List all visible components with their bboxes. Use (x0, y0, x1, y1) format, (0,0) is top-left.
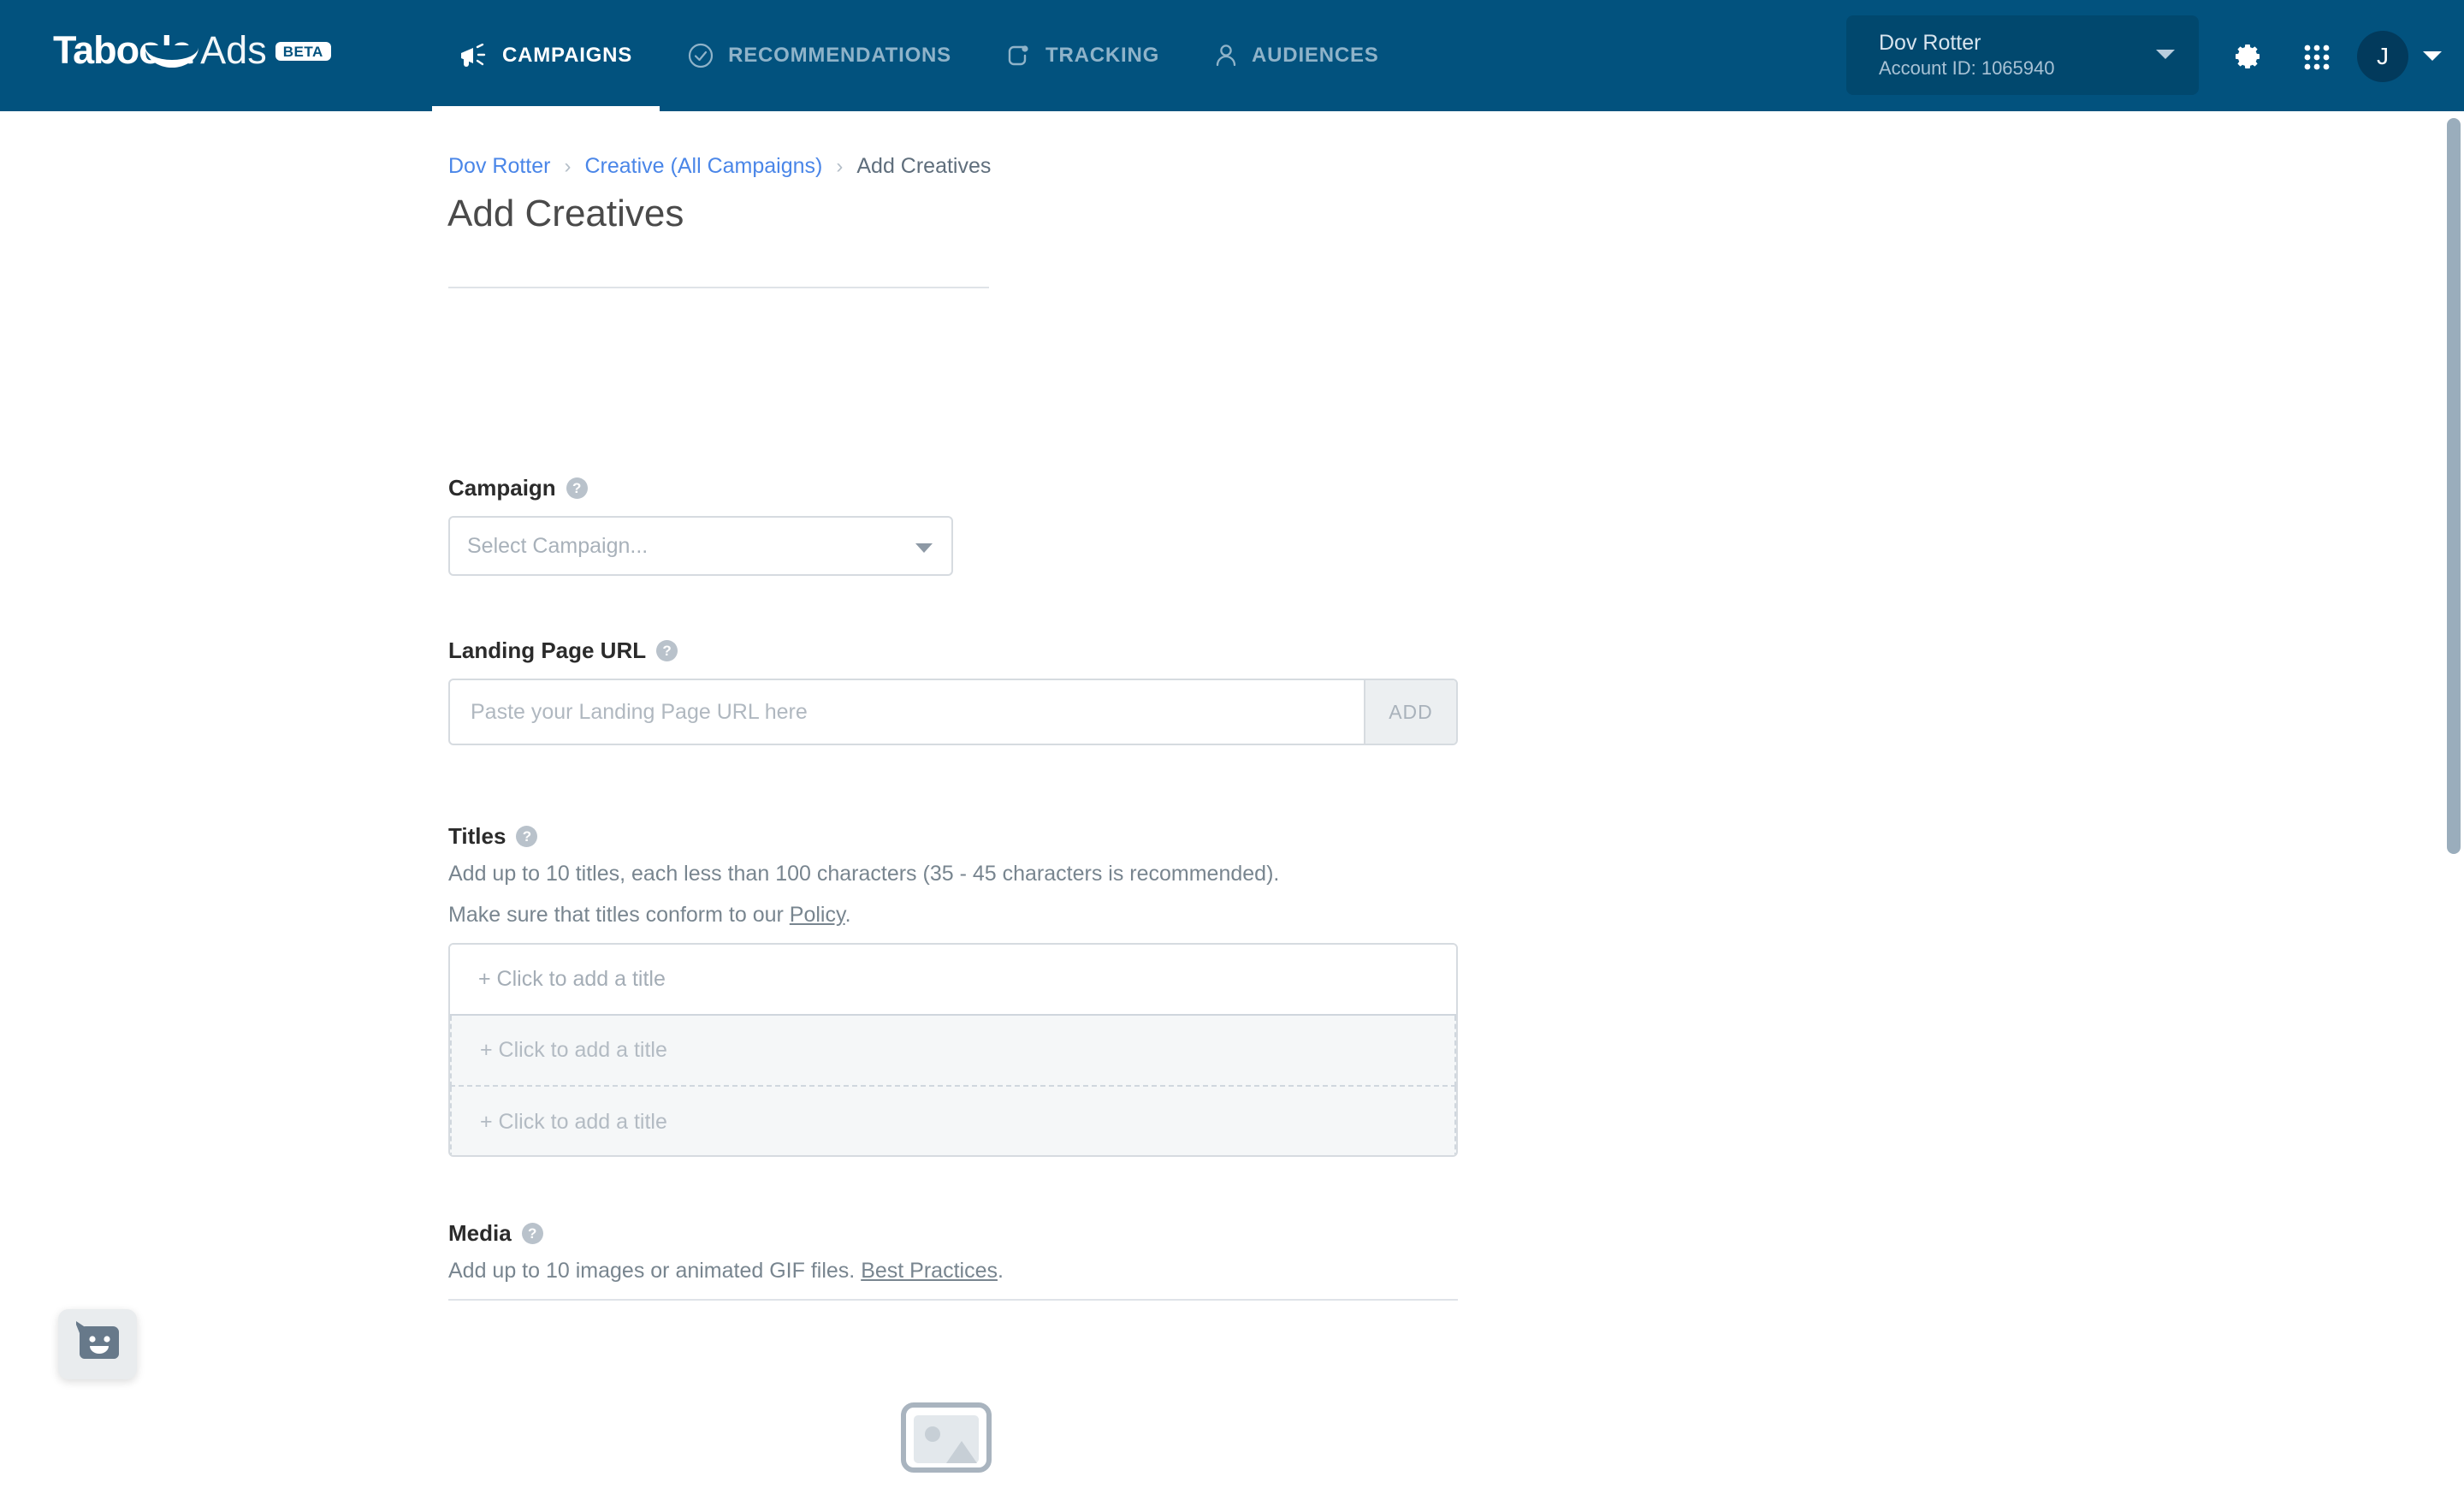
logo-brand-primary: Taboola (53, 31, 198, 69)
logo-brand-secondary: Ads (200, 28, 267, 72)
landing-page-url-label-text: Landing Page URL (448, 637, 647, 663)
page-title: Add Creatives (447, 193, 684, 234)
gear-icon[interactable] (2232, 41, 2263, 76)
section-divider (448, 287, 989, 288)
best-practices-link[interactable]: Best Practices (861, 1259, 998, 1283)
landing-page-url-row: ADD (448, 679, 1458, 745)
avatar-chevron-down-icon[interactable] (2423, 51, 2442, 61)
help-icon[interactable]: ? (656, 640, 678, 661)
breadcrumb-item-account[interactable]: Dov Rotter (448, 154, 550, 179)
tab-recommendations[interactable]: RECOMMENDATIONS (660, 0, 979, 111)
top-navigation-bar: Taboola Ads BETA CAMPAIGNS RECOMMENDATIO… (0, 0, 2464, 111)
tab-audiences[interactable]: AUDIENCES (1187, 0, 1407, 111)
titles-hint-line-2: Make sure that titles conform to our Pol… (448, 903, 851, 928)
tab-recommendations-label: RECOMMENDATIONS (728, 44, 951, 67)
title-row[interactable]: + Click to add a title (450, 945, 1456, 1016)
breadcrumb-separator-icon: › (564, 154, 572, 178)
media-hint-suffix: . (997, 1259, 1004, 1283)
check-circle-icon (687, 42, 714, 69)
tab-campaigns-label: CAMPAIGNS (502, 44, 633, 67)
campaign-label-text: Campaign (448, 475, 556, 501)
title-row[interactable]: + Click to add a title (450, 1016, 1456, 1087)
title-row-placeholder: + Click to add a title (478, 967, 666, 991)
help-icon[interactable]: ? (521, 1223, 543, 1244)
beta-badge: BETA (275, 42, 331, 61)
avatar[interactable]: J (2357, 31, 2408, 82)
title-row-placeholder: + Click to add a title (480, 1110, 667, 1134)
feedback-smiley-icon (71, 1319, 124, 1370)
landing-page-url-label: Landing Page URL ? (448, 637, 678, 664)
taboola-ads-logo[interactable]: Taboola Ads BETA (53, 31, 331, 69)
tab-tracking[interactable]: TRACKING (979, 0, 1187, 111)
tab-campaigns[interactable]: CAMPAIGNS (432, 0, 660, 111)
titles-hint-line-1: Add up to 10 titles, each less than 100 … (448, 862, 1280, 886)
media-hint: Add up to 10 images or animated GIF file… (448, 1259, 1004, 1284)
titles-hint-suffix: . (844, 903, 851, 927)
title-row-placeholder: + Click to add a title (480, 1038, 667, 1062)
media-divider (448, 1299, 1458, 1301)
landing-page-url-input[interactable] (450, 680, 1364, 744)
megaphone-icon (459, 44, 489, 68)
titles-section-label: Titles ? (448, 823, 538, 850)
tab-tracking-label: TRACKING (1045, 44, 1160, 67)
titles-list: + Click to add a title + Click to add a … (448, 943, 1458, 1157)
page-scrollbar-thumb[interactable] (2447, 118, 2461, 854)
policy-link[interactable]: Policy (790, 903, 845, 927)
account-selector[interactable]: Dov Rotter Account ID: 1065940 (1846, 15, 2199, 95)
avatar-initial: J (2377, 43, 2389, 69)
campaign-select-value: Select Campaign... (467, 533, 649, 558)
titles-label-text: Titles (448, 823, 506, 849)
main-nav-tabs: CAMPAIGNS RECOMMENDATIONS TRACKING AUDIE… (432, 0, 1407, 111)
feedback-widget-button[interactable] (58, 1309, 137, 1379)
account-name: Dov Rotter (1879, 30, 1981, 55)
person-icon (1214, 42, 1238, 69)
image-placeholder-icon (900, 1402, 1013, 1496)
help-icon[interactable]: ? (566, 477, 588, 499)
campaign-field-label: Campaign ? (448, 475, 588, 501)
media-section-label: Media ? (448, 1220, 543, 1247)
add-url-button[interactable]: ADD (1364, 680, 1456, 744)
tab-audiences-label: AUDIENCES (1252, 44, 1379, 67)
chevron-down-icon (2156, 50, 2175, 59)
titles-hint-prefix: Make sure that titles conform to our (448, 903, 790, 927)
tracking-icon (1006, 42, 1032, 69)
breadcrumb-separator-icon: › (836, 154, 844, 178)
title-row[interactable]: + Click to add a title (450, 1087, 1456, 1155)
help-icon[interactable]: ? (516, 826, 538, 847)
account-id: Account ID: 1065940 (1879, 56, 2055, 79)
media-hint-prefix: Add up to 10 images or animated GIF file… (448, 1259, 862, 1283)
media-label-text: Media (448, 1220, 512, 1246)
breadcrumb: Dov Rotter › Creative (All Campaigns) › … (448, 154, 991, 179)
breadcrumb-item-creative[interactable]: Creative (All Campaigns) (584, 154, 822, 179)
apps-grid-icon[interactable] (2302, 43, 2331, 76)
chevron-down-icon (915, 543, 933, 553)
breadcrumb-item-current: Add Creatives (856, 154, 992, 178)
campaign-select[interactable]: Select Campaign... (448, 516, 953, 576)
